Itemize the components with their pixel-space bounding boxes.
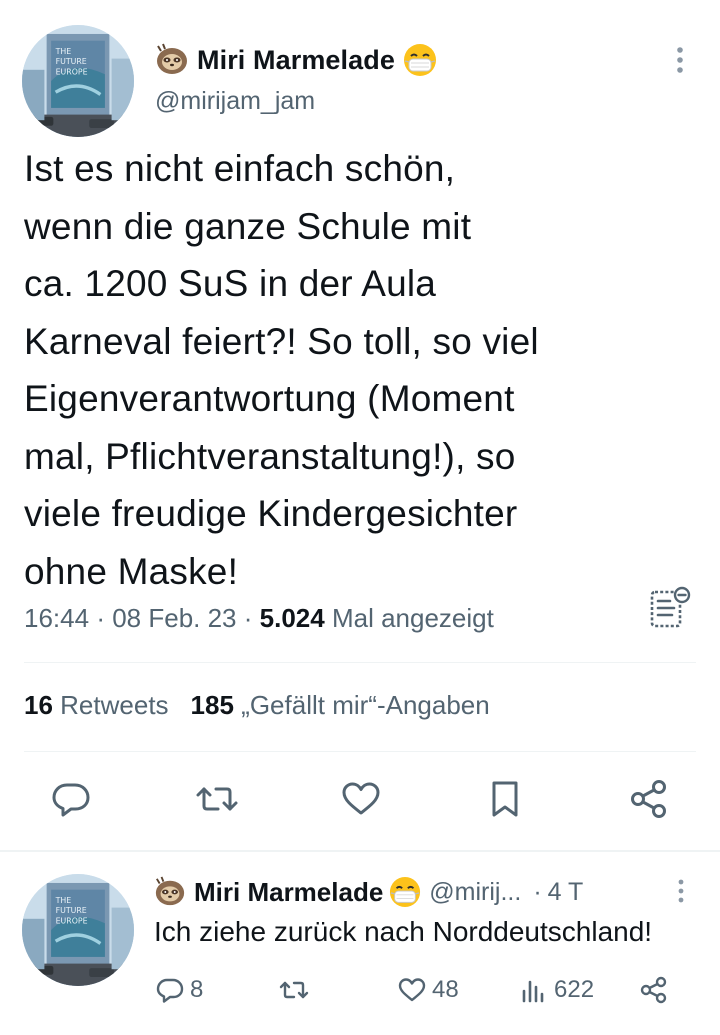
- main-tweet: THE FUTURE EUROPE Miri Marmelade @mirija…: [0, 0, 720, 850]
- tweet-text-line: viele freudige Kindergesichter: [24, 493, 518, 534]
- views-count: 622: [554, 976, 595, 1003]
- reply-action-bar: 8 48 622: [0, 970, 720, 1010]
- like-button[interactable]: 48: [396, 970, 459, 1010]
- mask-face-emoji-icon: [403, 43, 437, 77]
- reply-icon[interactable]: [48, 776, 94, 822]
- tweet-detail-page: THE FUTURE EUROPE Miri Marmelade @mirija…: [0, 0, 720, 1035]
- reply-author-handle[interactable]: @mirij...: [429, 878, 521, 907]
- tweet-date[interactable]: 08 Feb. 23: [112, 603, 236, 633]
- reply-time-ago[interactable]: 4 T: [548, 878, 584, 907]
- bookmark-icon[interactable]: [482, 776, 528, 822]
- like-count: 48: [432, 976, 459, 1003]
- author-display-name[interactable]: Miri Marmelade: [197, 45, 395, 76]
- retweet-icon[interactable]: [194, 776, 240, 822]
- meta-separator: ·: [96, 603, 113, 633]
- more-options-icon[interactable]: [660, 40, 700, 80]
- avatar-image: THE FUTURE EUROPE: [22, 25, 134, 137]
- tweet-text-line: Karneval feiert?! So toll, so viel: [24, 320, 539, 362]
- bar-chart-icon: [518, 974, 550, 1006]
- retweet-icon: [278, 974, 310, 1006]
- tweet-action-bar: [0, 776, 720, 826]
- like-heart-icon: [396, 974, 428, 1006]
- tweet-time[interactable]: 16:44: [24, 603, 89, 633]
- reply-tweet[interactable]: THE FUTURE EUROPE Miri Marmelade @mirij.…: [0, 852, 720, 1035]
- svg-text:FUTURE: FUTURE: [56, 906, 87, 915]
- mask-face-emoji-icon: [389, 876, 421, 908]
- divider: [24, 662, 696, 663]
- tweet-text-line: ca. 1200 SuS in der Aula: [24, 263, 437, 304]
- analytics-notes-icon[interactable]: [646, 584, 694, 632]
- author-handle[interactable]: @mirijam_jam: [155, 87, 315, 116]
- views-button[interactable]: 622: [518, 970, 594, 1010]
- tweet-text-line: ohne Maske!: [24, 550, 239, 592]
- reply-header: Miri Marmelade @mirij... · 4 T: [154, 874, 583, 910]
- views-label: Mal angezeigt: [331, 603, 494, 633]
- reply-icon: [154, 974, 186, 1006]
- meta-separator: ·: [533, 877, 542, 906]
- share-button[interactable]: [638, 970, 670, 1010]
- svg-text:FUTURE: FUTURE: [56, 57, 87, 66]
- tweet-text: Ist es nicht einfach schön, wenn die ganz…: [24, 140, 664, 600]
- retweets-label[interactable]: Retweets: [60, 690, 168, 720]
- svg-text:THE: THE: [55, 47, 72, 56]
- sloth-emoji-icon: [154, 876, 186, 908]
- more-options-icon[interactable]: [664, 874, 698, 908]
- views-count: 5.024: [259, 603, 325, 633]
- share-icon[interactable]: [626, 776, 672, 822]
- reply-button[interactable]: 8: [154, 970, 203, 1010]
- svg-text:EUROPE: EUROPE: [56, 67, 88, 76]
- engagement-stats: 16 Retweets 185 „Gefällt mir“-Angaben: [24, 690, 490, 721]
- sloth-emoji-icon: [155, 43, 189, 77]
- likes-label[interactable]: „Gefällt mir“-Angaben: [241, 690, 490, 720]
- svg-text:EUROPE: EUROPE: [56, 916, 88, 925]
- likes-count[interactable]: 185: [191, 690, 234, 720]
- svg-text:THE: THE: [55, 896, 72, 905]
- tweet-text-line: mal, Pflichtveranstaltung!), so: [24, 435, 516, 477]
- avatar[interactable]: THE FUTURE EUROPE: [22, 25, 134, 137]
- meta-separator: ·: [243, 603, 260, 633]
- author-name-row[interactable]: Miri Marmelade: [155, 40, 437, 80]
- tweet-text-line: Eigenverantwortung (Moment: [24, 378, 515, 419]
- tweet-text-line: Ist es nicht einfach schön,: [24, 148, 456, 189]
- share-icon: [638, 974, 670, 1006]
- retweets-count[interactable]: 16: [24, 690, 53, 720]
- divider: [24, 751, 696, 752]
- tweet-meta: 16:44 · 08 Feb. 23 · 5.024 Mal angezeigt: [24, 603, 494, 634]
- reply-text: Ich ziehe zurück nach Norddeutschland!: [154, 916, 653, 947]
- tweet-text-line: wenn die ganze Schule mit: [24, 205, 472, 247]
- reply-count: 8: [190, 976, 204, 1003]
- reply-author-name[interactable]: Miri Marmelade: [194, 877, 383, 908]
- like-heart-icon[interactable]: [338, 776, 384, 822]
- retweet-button[interactable]: [278, 970, 310, 1010]
